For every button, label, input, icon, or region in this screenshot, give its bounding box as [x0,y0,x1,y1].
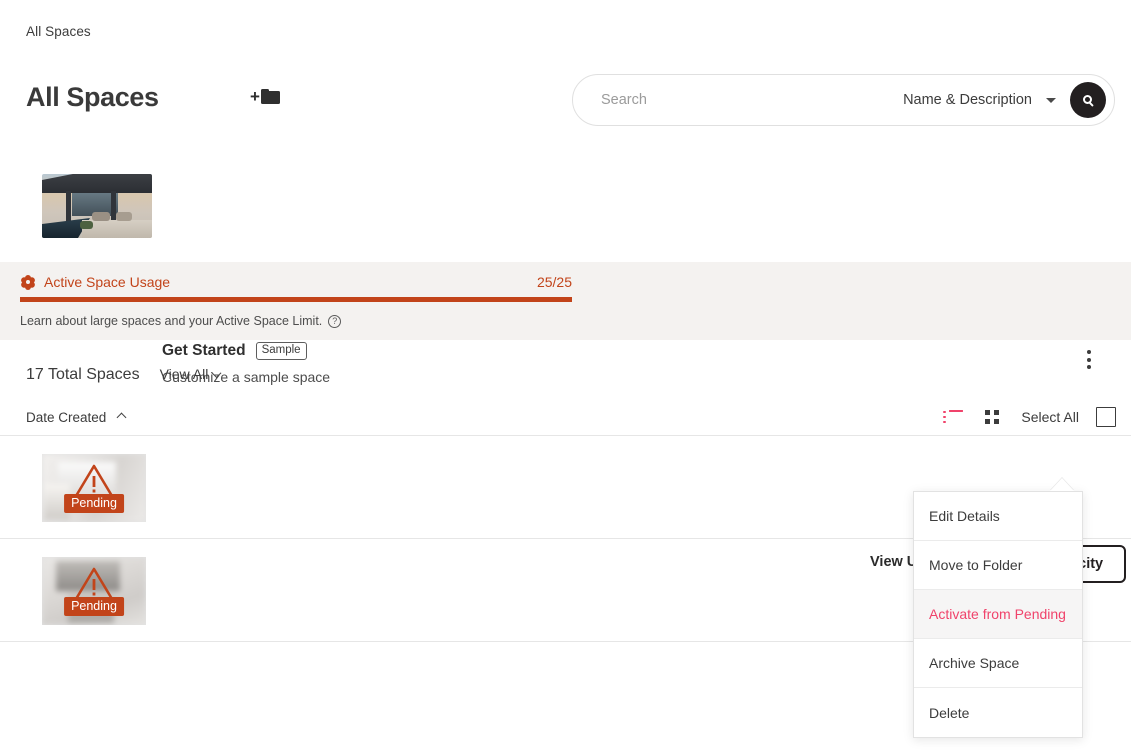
warning-icon [74,464,114,498]
search-scope-label[interactable]: Name & Description [903,92,1034,108]
page-title: All Spaces [26,82,159,113]
sample-badge: Sample [256,342,307,360]
search-input[interactable] [573,92,903,108]
get-started-more-options-icon[interactable] [1087,350,1091,369]
get-started-card[interactable]: Get Started Sample Customize a sample sp… [0,160,1131,256]
grid-view-icon[interactable] [985,410,999,424]
select-all-checkbox[interactable] [1096,407,1116,427]
menu-item-move-to-folder[interactable]: Move to Folder [914,541,1082,590]
status-badge: Pending [64,494,124,513]
get-started-title: Get Started [162,342,246,360]
get-started-title-row: Get Started Sample [162,342,307,360]
active-space-usage-banner: Active Space Usage 25/25 Learn about lar… [0,262,1131,340]
warning-icon [74,567,114,601]
search-icon [1083,95,1092,104]
list-summary: 17 Total Spaces View All [26,366,220,384]
all-spaces-page: All Spaces All Spaces + Name & Descripti… [0,0,1131,754]
list-toolbar: Date Created Select All [0,402,1131,436]
view-all-label: View All [160,366,209,382]
space-thumbnail: Pending [42,557,146,625]
chevron-down-icon [212,368,222,378]
usage-meter: Active Space Usage 25/25 Learn about lar… [20,274,572,328]
folder-icon [261,89,280,104]
status-badge: Pending [64,597,124,616]
menu-item-delete[interactable]: Delete [914,688,1082,737]
usage-note-text: Learn about large spaces and your Active… [20,314,322,328]
row-context-menu: Edit Details Move to Folder Activate fro… [913,491,1083,738]
usage-progress-bar [20,297,572,302]
select-all-label[interactable]: Select All [1021,409,1079,425]
sort-by-control[interactable]: Date Created [26,410,125,425]
menu-caret [1050,478,1074,491]
help-icon[interactable]: ? [328,315,341,328]
view-all-dropdown[interactable]: View All [160,366,221,382]
search-bar: Name & Description [572,74,1115,126]
space-thumbnail: Pending [42,454,146,522]
list-view-icon[interactable] [943,410,963,424]
chevron-down-icon[interactable] [1046,98,1056,103]
plus-icon: + [250,88,260,105]
chevron-up-icon [117,413,127,423]
total-spaces-count: 17 Total Spaces [26,366,140,384]
get-started-thumbnail [42,174,152,238]
usage-count: 25/25 [537,274,572,290]
view-toggle-group: Select All [943,407,1116,427]
menu-item-edit-details[interactable]: Edit Details [914,492,1082,541]
search-submit-button[interactable] [1070,82,1106,118]
space-usage-icon [20,275,35,290]
usage-title: Active Space Usage [44,274,170,290]
menu-item-archive-space[interactable]: Archive Space [914,639,1082,688]
usage-note: Learn about large spaces and your Active… [20,314,572,328]
new-folder-button[interactable]: + [250,88,280,105]
usage-progress-fill [20,297,572,302]
sort-by-label: Date Created [26,410,106,425]
breadcrumb[interactable]: All Spaces [26,24,91,39]
menu-item-activate-from-pending[interactable]: Activate from Pending [914,590,1082,639]
